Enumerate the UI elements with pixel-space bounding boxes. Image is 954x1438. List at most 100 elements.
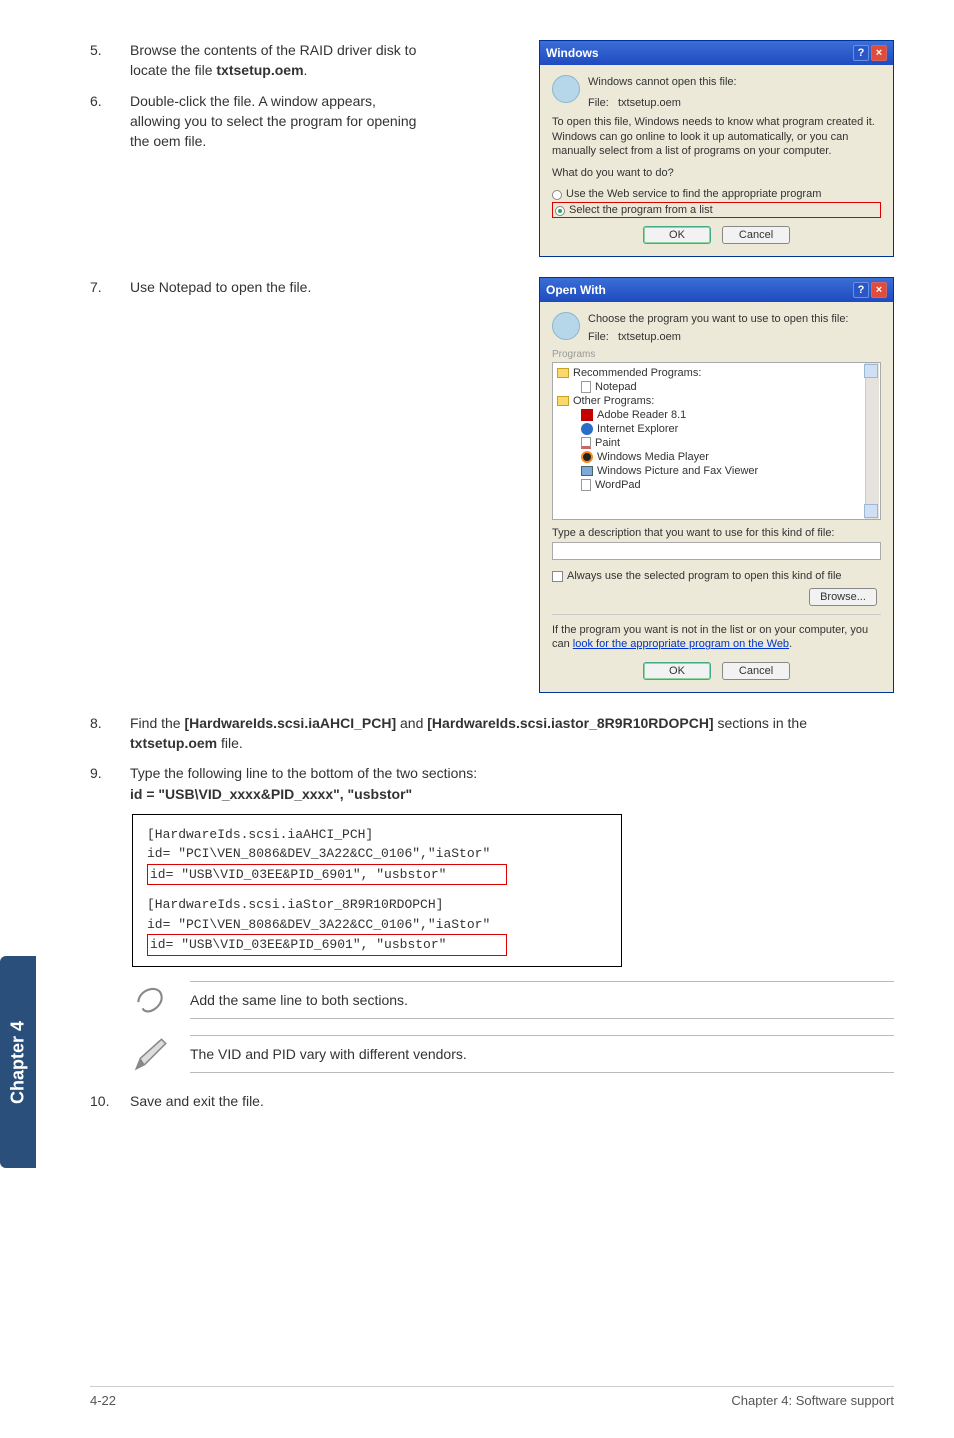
program-paint[interactable]: Paint: [557, 436, 876, 450]
program-wmp[interactable]: Windows Media Player: [557, 450, 876, 464]
not-in-list-post: .: [789, 638, 792, 650]
not-in-list-text: If the program you want is not in the li…: [552, 623, 881, 652]
web-lookup-link[interactable]: look for the appropriate program on the …: [573, 638, 789, 650]
file-label: File:: [588, 97, 609, 109]
step-7-num: 7.: [90, 277, 130, 297]
s8-mid: and: [396, 715, 427, 731]
close-icon[interactable]: ×: [871, 282, 887, 298]
opt-web[interactable]: Use the Web service to find the appropri…: [552, 188, 881, 200]
scrollbar[interactable]: [865, 363, 879, 519]
code-line-4: [HardwareIds.scsi.iaStor_8R9R10RDOPCH]: [147, 895, 607, 915]
step-8-body: Find the [HardwareIds.scsi.iaAHCI_PCH] a…: [130, 713, 894, 754]
code-line-1: [HardwareIds.scsi.iaAHCI_PCH]: [147, 825, 607, 845]
s8-mid2: sections in the: [714, 715, 807, 731]
note-1: Add the same line to both sections.: [130, 979, 894, 1021]
page-number: 4-22: [90, 1393, 116, 1408]
step-5-bold: txtsetup.oem: [216, 62, 303, 78]
magnifier-icon: [552, 312, 580, 340]
adobe-icon: [581, 409, 593, 421]
close-icon[interactable]: ×: [871, 45, 887, 61]
step-7: 7. Use Notepad to open the file.: [90, 277, 425, 297]
ok-button[interactable]: OK: [643, 662, 711, 680]
always-use-option[interactable]: Always use the selected program to open …: [552, 570, 881, 582]
paint-icon: [581, 437, 591, 449]
program-picfax[interactable]: Windows Picture and Fax Viewer: [557, 464, 876, 478]
note-2-text: The VID and PID vary with different vend…: [190, 1035, 894, 1073]
program-wordpad[interactable]: WordPad: [557, 478, 876, 492]
wmp-label: Windows Media Player: [597, 451, 709, 463]
s8-b3: txtsetup.oem: [130, 735, 217, 751]
openwith-titlebar: Open With ? ×: [540, 278, 893, 302]
what-do-text: What do you want to do?: [552, 166, 881, 180]
openwith-title: Open With: [546, 283, 606, 297]
openwith-dialog: Open With ? × Choose the program you wan…: [539, 277, 894, 692]
note-2: The VID and PID vary with different vend…: [130, 1033, 894, 1075]
opt-web-label: Use the Web service to find the appropri…: [566, 188, 821, 200]
file-name: txtsetup.oem: [618, 97, 681, 109]
folder-icon: [557, 396, 569, 406]
cancel-button[interactable]: Cancel: [722, 226, 790, 244]
chapter-tab: Chapter 4: [0, 956, 36, 1168]
file-name: txtsetup.oem: [618, 331, 681, 343]
browse-button[interactable]: Browse...: [809, 588, 877, 606]
file-label: File:: [588, 331, 609, 343]
step-6-num: 6.: [90, 91, 130, 152]
programs-label: Programs: [552, 349, 881, 360]
divider: [552, 614, 881, 615]
page-footer: 4-22 Chapter 4: Software support: [90, 1386, 894, 1408]
code-block: [HardwareIds.scsi.iaAHCI_PCH] id= "PCI\V…: [132, 814, 622, 967]
ok-button[interactable]: OK: [643, 226, 711, 244]
wmp-icon: [581, 451, 593, 463]
picfax-label: Windows Picture and Fax Viewer: [597, 465, 758, 477]
rec-label: Recommended Programs:: [573, 367, 701, 379]
opt-list-label: Select the program from a list: [569, 204, 713, 216]
cancel-button[interactable]: Cancel: [722, 662, 790, 680]
step-9-body: Type the following line to the bottom of…: [130, 763, 894, 804]
checkbox-icon[interactable]: [552, 571, 563, 582]
folder-icon: [557, 368, 569, 378]
s8-post: file.: [217, 735, 243, 751]
step-10-body: Save and exit the file.: [130, 1091, 894, 1111]
choose-text: Choose the program you want to use to op…: [588, 312, 849, 326]
help-icon[interactable]: ?: [853, 282, 869, 298]
step-5-num: 5.: [90, 40, 130, 81]
paperclip-icon: [130, 979, 172, 1021]
step-5-body: Browse the contents of the RAID driver d…: [130, 40, 425, 81]
always-label: Always use the selected program to open …: [567, 570, 842, 582]
notepad-icon: [581, 381, 591, 393]
footer-chapter: Chapter 4: Software support: [731, 1393, 894, 1408]
windows-dialog: Windows ? × Windows cannot open this fil…: [539, 40, 894, 257]
s8-pre: Find the: [130, 715, 184, 731]
adobe-label: Adobe Reader 8.1: [597, 409, 686, 421]
step-7-body: Use Notepad to open the file.: [130, 277, 425, 297]
step-9: 9. Type the following line to the bottom…: [90, 763, 894, 804]
explain-text: To open this file, Windows needs to know…: [552, 115, 881, 158]
code-highlighted-2: id= "USB\VID_03EE&PID_6901", "usbstor": [147, 934, 507, 956]
windows-dialog-titlebar: Windows ? ×: [540, 41, 893, 65]
s8-b2: [HardwareIds.scsi.iastor_8R9R10RDOPCH]: [427, 715, 713, 731]
cannot-open-text: Windows cannot open this file:: [588, 75, 737, 89]
program-notepad[interactable]: Notepad: [557, 380, 876, 394]
magnifier-icon: [552, 75, 580, 103]
recommended-programs: Recommended Programs:: [557, 366, 876, 380]
step-8-num: 8.: [90, 713, 130, 754]
description-input[interactable]: [552, 542, 881, 560]
help-icon[interactable]: ?: [853, 45, 869, 61]
other-label: Other Programs:: [573, 395, 654, 407]
highlighted-option: Select the program from a list: [552, 202, 881, 218]
s9-pre: Type the following line to the bottom of…: [130, 765, 477, 781]
pencil-icon: [130, 1033, 172, 1075]
opt-list[interactable]: Select the program from a list: [555, 204, 878, 216]
program-adobe[interactable]: Adobe Reader 8.1: [557, 408, 876, 422]
step-10-num: 10.: [90, 1091, 130, 1111]
radio-selected-icon[interactable]: [555, 206, 565, 216]
paint-label: Paint: [595, 437, 620, 449]
step-8: 8. Find the [HardwareIds.scsi.iaAHCI_PCH…: [90, 713, 894, 754]
file-line: File: txtsetup.oem: [588, 97, 737, 109]
ie-label: Internet Explorer: [597, 423, 678, 435]
step-6-body: Double-click the file. A window appears,…: [130, 91, 425, 152]
code-line-2: id= "PCI\VEN_8086&DEV_3A22&CC_0106","iaS…: [147, 844, 607, 864]
programs-listbox[interactable]: Recommended Programs: Notepad Other Prog…: [552, 362, 881, 520]
radio-icon[interactable]: [552, 190, 562, 200]
program-ie[interactable]: Internet Explorer: [557, 422, 876, 436]
